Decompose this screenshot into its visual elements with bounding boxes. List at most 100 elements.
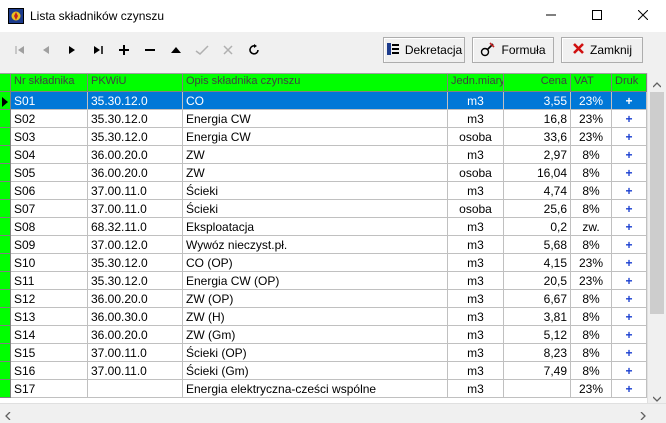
cell-pkwiu[interactable]: 36.00.20.0 bbox=[88, 290, 183, 308]
cell-cena[interactable]: 33,6 bbox=[504, 128, 571, 146]
vertical-scrollbar[interactable] bbox=[647, 73, 666, 403]
cell-cena[interactable]: 8,23 bbox=[504, 344, 571, 362]
cancel-edit-button[interactable] bbox=[215, 37, 241, 63]
cell-vat[interactable]: 8% bbox=[571, 308, 612, 326]
row-indicator[interactable] bbox=[0, 380, 11, 398]
cell-druk[interactable]: + bbox=[612, 200, 647, 218]
row-indicator[interactable] bbox=[0, 362, 11, 380]
cell-opis[interactable]: ZW bbox=[183, 146, 448, 164]
cell-pkwiu[interactable]: 37.00.11.0 bbox=[88, 362, 183, 380]
cell-cena[interactable]: 5,12 bbox=[504, 326, 571, 344]
column-header-opis[interactable]: Opis składnika czynszu bbox=[183, 74, 448, 92]
cell-vat[interactable]: 8% bbox=[571, 362, 612, 380]
column-header-cena[interactable]: Cena bbox=[504, 74, 571, 92]
cell-pkwiu[interactable]: 68.32.11.0 bbox=[88, 218, 183, 236]
cell-jm[interactable]: osoba bbox=[448, 164, 504, 182]
cell-nr[interactable]: S14 bbox=[11, 326, 88, 344]
table-row[interactable]: S02 35.30.12.0 Energia CW m3 16,8 23% + bbox=[0, 110, 647, 128]
row-indicator[interactable] bbox=[0, 200, 11, 218]
table-row[interactable]: S10 35.30.12.0 CO (OP) m3 4,15 23% + bbox=[0, 254, 647, 272]
cell-opis[interactable]: Energia CW bbox=[183, 110, 448, 128]
row-indicator[interactable] bbox=[0, 164, 11, 182]
cell-druk[interactable]: + bbox=[612, 164, 647, 182]
cell-vat[interactable]: 8% bbox=[571, 164, 612, 182]
cell-jm[interactable]: m3 bbox=[448, 326, 504, 344]
cell-nr[interactable]: S11 bbox=[11, 272, 88, 290]
table-row[interactable]: S15 37.00.11.0 Ścieki (OP) m3 8,23 8% + bbox=[0, 344, 647, 362]
cell-opis[interactable]: Ścieki (OP) bbox=[183, 344, 448, 362]
delete-button[interactable] bbox=[137, 37, 163, 63]
window-app-icon[interactable] bbox=[8, 8, 24, 24]
cell-cena[interactable]: 4,74 bbox=[504, 182, 571, 200]
cell-druk[interactable]: + bbox=[612, 218, 647, 236]
cell-opis[interactable]: Energia elektryczna-cześci wspólne bbox=[183, 380, 448, 398]
cell-cena[interactable]: 4,15 bbox=[504, 254, 571, 272]
cell-opis[interactable]: Energia CW bbox=[183, 128, 448, 146]
row-indicator[interactable] bbox=[0, 290, 11, 308]
cell-jm[interactable]: m3 bbox=[448, 146, 504, 164]
cell-pkwiu[interactable]: 36.00.30.0 bbox=[88, 308, 183, 326]
cell-cena[interactable]: 25,6 bbox=[504, 200, 571, 218]
scroll-thumb[interactable] bbox=[650, 92, 664, 314]
cell-opis[interactable]: CO (OP) bbox=[183, 254, 448, 272]
cell-druk[interactable]: + bbox=[612, 182, 647, 200]
cell-vat[interactable]: 8% bbox=[571, 326, 612, 344]
cell-vat[interactable]: 23% bbox=[571, 92, 612, 110]
data-grid[interactable]: Nr składnika PKWiU Opis składnika czynsz… bbox=[0, 73, 666, 404]
cell-jm[interactable]: m3 bbox=[448, 92, 504, 110]
cell-vat[interactable]: 8% bbox=[571, 290, 612, 308]
cell-opis[interactable]: Ścieki bbox=[183, 200, 448, 218]
cell-vat[interactable]: 23% bbox=[571, 128, 612, 146]
first-record-button[interactable] bbox=[7, 37, 33, 63]
cell-cena[interactable] bbox=[504, 380, 571, 398]
cell-opis[interactable]: ZW (Gm) bbox=[183, 326, 448, 344]
cell-jm[interactable]: m3 bbox=[448, 308, 504, 326]
cell-pkwiu[interactable] bbox=[88, 380, 183, 398]
cell-pkwiu[interactable]: 37.00.12.0 bbox=[88, 236, 183, 254]
post-button[interactable] bbox=[189, 37, 215, 63]
cell-vat[interactable]: 8% bbox=[571, 182, 612, 200]
cell-nr[interactable]: S10 bbox=[11, 254, 88, 272]
cell-pkwiu[interactable]: 37.00.11.0 bbox=[88, 182, 183, 200]
table-row[interactable]: S05 36.00.20.0 ZW osoba 16,04 8% + bbox=[0, 164, 647, 182]
cell-nr[interactable]: S04 bbox=[11, 146, 88, 164]
column-header-jm[interactable]: Jedn.miary bbox=[448, 74, 504, 92]
cell-jm[interactable]: m3 bbox=[448, 362, 504, 380]
cell-vat[interactable]: 8% bbox=[571, 146, 612, 164]
cell-cena[interactable]: 2,97 bbox=[504, 146, 571, 164]
row-indicator[interactable] bbox=[0, 254, 11, 272]
insert-button[interactable] bbox=[111, 37, 137, 63]
cell-pkwiu[interactable]: 37.00.11.0 bbox=[88, 344, 183, 362]
cell-cena[interactable]: 0,2 bbox=[504, 218, 571, 236]
cell-cena[interactable]: 16,04 bbox=[504, 164, 571, 182]
cell-druk[interactable]: + bbox=[612, 344, 647, 362]
cell-nr[interactable]: S15 bbox=[11, 344, 88, 362]
cell-druk[interactable]: + bbox=[612, 110, 647, 128]
cell-opis[interactable]: CO bbox=[183, 92, 448, 110]
cell-cena[interactable]: 16,8 bbox=[504, 110, 571, 128]
row-indicator[interactable] bbox=[0, 326, 11, 344]
cell-jm[interactable]: m3 bbox=[448, 218, 504, 236]
cell-vat[interactable]: 23% bbox=[571, 272, 612, 290]
cell-opis[interactable]: Ścieki (Gm) bbox=[183, 362, 448, 380]
cell-opis[interactable]: ZW (H) bbox=[183, 308, 448, 326]
table-row[interactable]: S14 36.00.20.0 ZW (Gm) m3 5,12 8% + bbox=[0, 326, 647, 344]
cell-jm[interactable]: m3 bbox=[448, 380, 504, 398]
cell-nr[interactable]: S05 bbox=[11, 164, 88, 182]
table-row[interactable]: S13 36.00.30.0 ZW (H) m3 3,81 8% + bbox=[0, 308, 647, 326]
table-row[interactable]: S11 35.30.12.0 Energia CW (OP) m3 20,5 23% + bbox=[0, 272, 647, 290]
table-row[interactable]: S16 37.00.11.0 Ścieki (Gm) m3 7,49 8% + bbox=[0, 362, 647, 380]
table-row[interactable]: S17 Energia elektryczna-cześci wspólne m3 2… bbox=[0, 380, 647, 398]
row-indicator[interactable] bbox=[0, 182, 11, 200]
cell-jm[interactable]: m3 bbox=[448, 182, 504, 200]
cell-jm[interactable]: m3 bbox=[448, 110, 504, 128]
table-row[interactable]: S04 36.00.20.0 ZW m3 2,97 8% + bbox=[0, 146, 647, 164]
cell-pkwiu[interactable]: 35.30.12.0 bbox=[88, 128, 183, 146]
cell-nr[interactable]: S03 bbox=[11, 128, 88, 146]
cell-druk[interactable]: + bbox=[612, 308, 647, 326]
cell-cena[interactable]: 3,81 bbox=[504, 308, 571, 326]
row-indicator[interactable] bbox=[0, 308, 11, 326]
cell-druk[interactable]: + bbox=[612, 326, 647, 344]
cell-opis[interactable]: ZW bbox=[183, 164, 448, 182]
cell-druk[interactable]: + bbox=[612, 362, 647, 380]
